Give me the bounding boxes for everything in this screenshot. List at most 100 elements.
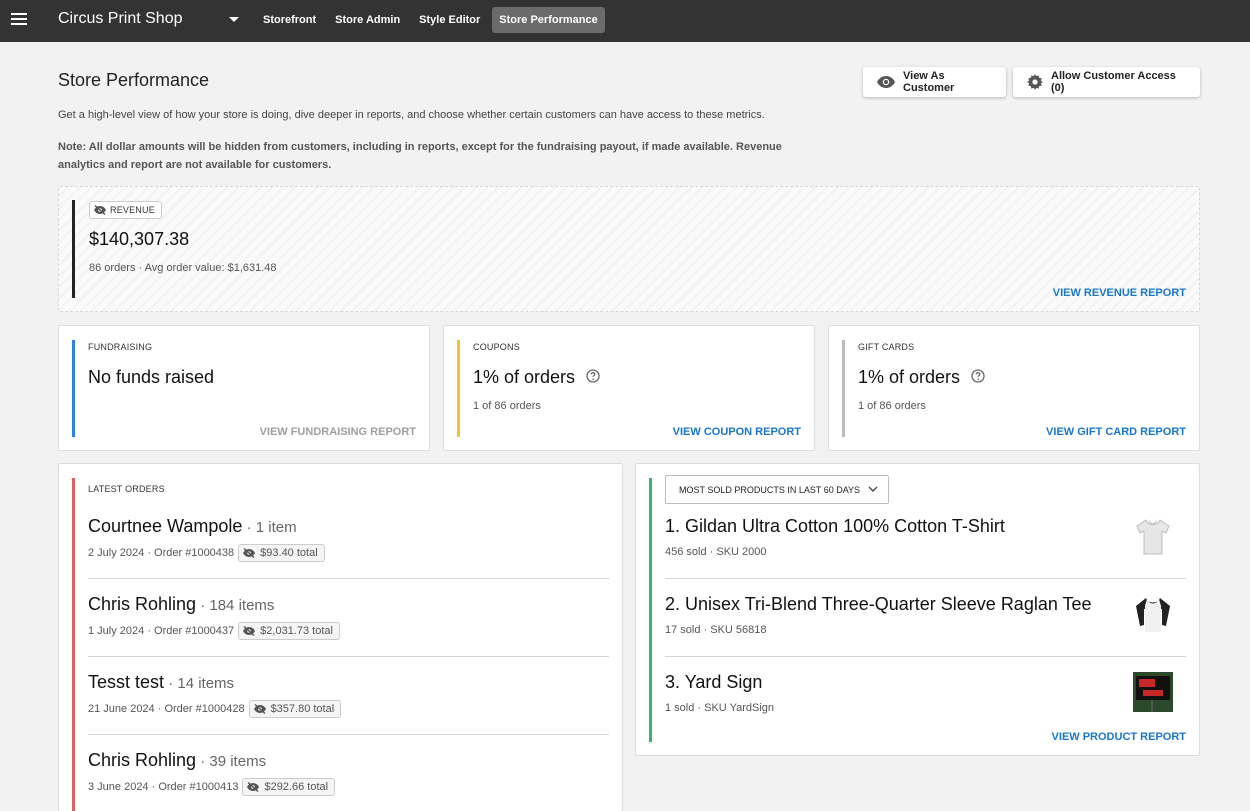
top-bar: Circus Print Shop Storefront Store Admin… xyxy=(0,0,1250,42)
products-period-dropdown[interactable]: MOST SOLD PRODUCTS IN LAST 60 DAYS xyxy=(665,475,889,504)
order-total-badge: $357.80 total xyxy=(248,700,342,718)
gift-cards-sub: 1 of 86 orders xyxy=(858,400,926,412)
nav-style-editor[interactable]: Style Editor xyxy=(412,7,487,33)
order-customer-name: Courtnee Wampole xyxy=(88,516,243,536)
raglan-tee-thumbnail-icon xyxy=(1133,594,1173,634)
order-date-number: 2 July 2024 · Order #1000438 xyxy=(88,547,235,559)
order-total-badge: $2,031.73 total xyxy=(238,622,340,640)
product-meta: 456 sold · SKU 2000 xyxy=(665,546,767,558)
allow-customer-access-button[interactable]: Allow Customer Access (0) xyxy=(1013,67,1200,97)
view-as-customer-label: View As Customer xyxy=(903,70,955,94)
product-name: 2. Unisex Tri-Blend Three-Quarter Sleeve… xyxy=(665,594,1092,614)
yard-sign-thumbnail-icon xyxy=(1133,672,1173,712)
gift-cards-label: GIFT CARDS xyxy=(858,342,915,352)
fundraising-card: FUNDRAISING No funds raised VIEW FUNDRAI… xyxy=(58,325,430,451)
view-as-customer-button[interactable]: View As Customer xyxy=(863,67,1006,97)
order-meta: 21 June 2024 · Order #1000428 $357.80 to… xyxy=(88,700,342,718)
gift-cards-value: 1% of orders xyxy=(858,367,961,387)
order-item[interactable]: Chris Rohling · 184 items 1 July 2024 · … xyxy=(88,594,609,640)
order-total-badge: $93.40 total xyxy=(238,544,325,562)
order-meta: 3 June 2024 · Order #1000413 $292.66 tot… xyxy=(88,778,336,796)
order-item-count: · 184 items xyxy=(196,597,275,614)
page-note: Note: All dollar amounts will be hidden … xyxy=(58,141,782,171)
order-customer-name: Tesst test xyxy=(88,672,165,692)
eye-off-icon xyxy=(247,782,260,792)
product-meta: 17 sold · SKU 56818 xyxy=(665,624,767,636)
coupons-value-row: 1% of orders xyxy=(473,367,600,388)
help-icon[interactable] xyxy=(970,369,985,388)
product-name: 1. Gildan Ultra Cotton 100% Cotton T-Shi… xyxy=(665,516,1005,536)
eye-off-icon xyxy=(243,626,256,636)
gift-cards-card: GIFT CARDS 1% of orders 1 of 86 orders V… xyxy=(828,325,1200,451)
order-date-number: 21 June 2024 · Order #1000428 xyxy=(88,703,245,715)
order-total: $357.80 total xyxy=(270,703,335,715)
shop-name: Circus Print Shop xyxy=(58,10,183,27)
fundraising-value: No funds raised xyxy=(88,367,215,387)
divider xyxy=(665,656,1186,657)
order-total: $93.40 total xyxy=(260,547,318,559)
revenue-badge: REVENUE xyxy=(89,201,162,219)
order-total-badge: $292.66 total xyxy=(242,778,336,796)
eye-off-icon xyxy=(94,205,106,215)
products-card: MOST SOLD PRODUCTS IN LAST 60 DAYS 1. Gi… xyxy=(635,463,1200,756)
view-coupon-report-link[interactable]: VIEW COUPON REPORT xyxy=(673,426,801,438)
divider xyxy=(665,578,1186,579)
main-nav: Storefront Store Admin Style Editor Stor… xyxy=(256,7,610,33)
revenue-label: REVENUE xyxy=(110,205,155,215)
product-item[interactable]: 2. Unisex Tri-Blend Three-Quarter Sleeve… xyxy=(665,594,1186,636)
coupons-sub: 1 of 86 orders xyxy=(473,400,541,412)
view-gift-card-report-link[interactable]: VIEW GIFT CARD REPORT xyxy=(1046,426,1186,438)
revenue-card: REVENUE $140,307.38 86 orders · Avg orde… xyxy=(58,186,1200,312)
nav-store-admin[interactable]: Store Admin xyxy=(328,7,407,33)
products-accent-bar xyxy=(649,478,652,742)
revenue-summary: 86 orders · Avg order value: $1,631.48 xyxy=(89,262,277,274)
coupons-value: 1% of orders xyxy=(473,367,576,387)
order-meta: 2 July 2024 · Order #1000438 $93.40 tota… xyxy=(88,544,325,562)
gift-cards-accent-bar xyxy=(842,340,845,437)
divider xyxy=(88,656,609,657)
coupons-accent-bar xyxy=(457,340,460,437)
product-item[interactable]: 1. Gildan Ultra Cotton 100% Cotton T-Shi… xyxy=(665,516,1186,558)
eye-off-icon xyxy=(253,704,266,714)
view-fundraising-report-link[interactable]: VIEW FUNDRAISING REPORT xyxy=(260,426,416,438)
order-customer-name: Chris Rohling xyxy=(88,750,197,770)
order-item[interactable]: Chris Rohling · 39 items 3 June 2024 · O… xyxy=(88,750,609,796)
view-revenue-report-link[interactable]: VIEW REVENUE REPORT xyxy=(1053,287,1186,299)
order-item-count: · 1 item xyxy=(242,519,297,536)
eye-icon xyxy=(877,76,895,88)
nav-storefront[interactable]: Storefront xyxy=(256,7,323,33)
fundraising-label: FUNDRAISING xyxy=(88,342,153,352)
latest-orders-label: LATEST ORDERS xyxy=(88,484,165,494)
order-customer-name: Chris Rohling xyxy=(88,594,197,614)
help-icon[interactable] xyxy=(585,369,600,388)
menu-icon[interactable] xyxy=(11,13,27,27)
allow-customer-access-label: Allow Customer Access (0) xyxy=(1051,70,1176,94)
view-product-report-link[interactable]: VIEW PRODUCT REPORT xyxy=(1052,731,1186,743)
order-item[interactable]: Tesst test · 14 items 21 June 2024 · Ord… xyxy=(88,672,609,718)
order-item-count: · 39 items xyxy=(196,753,267,770)
orders-accent-bar xyxy=(72,478,75,811)
chevron-down-icon xyxy=(868,485,878,495)
coupons-card: COUPONS 1% of orders 1 of 86 orders VIEW… xyxy=(443,325,815,451)
tshirt-thumbnail-icon xyxy=(1133,516,1173,556)
page-description: Get a high-level view of how your store … xyxy=(58,109,765,121)
revenue-amount: $140,307.38 xyxy=(89,229,190,249)
product-item[interactable]: 3. Yard Sign 1 sold · SKU YardSign xyxy=(665,672,1186,714)
product-name: 3. Yard Sign xyxy=(665,672,763,692)
order-meta: 1 July 2024 · Order #1000437 $2,031.73 t… xyxy=(88,622,340,640)
eye-off-icon xyxy=(243,548,256,558)
shop-switcher-caret-icon[interactable] xyxy=(229,17,239,22)
order-total: $2,031.73 total xyxy=(260,625,333,637)
order-item[interactable]: Courtnee Wampole · 1 item 2 July 2024 · … xyxy=(88,516,609,562)
gift-cards-value-row: 1% of orders xyxy=(858,367,985,388)
product-meta: 1 sold · SKU YardSign xyxy=(665,702,775,714)
nav-store-performance[interactable]: Store Performance xyxy=(492,7,605,33)
divider xyxy=(88,734,609,735)
order-item-count: · 14 items xyxy=(164,675,235,692)
revenue-accent-bar xyxy=(72,200,75,298)
gear-icon xyxy=(1027,74,1043,90)
products-period-label: MOST SOLD PRODUCTS IN LAST 60 DAYS xyxy=(679,484,861,495)
latest-orders-card: LATEST ORDERS Courtnee Wampole · 1 item … xyxy=(58,463,623,811)
order-date-number: 1 July 2024 · Order #1000437 xyxy=(88,625,235,637)
order-total: $292.66 total xyxy=(264,781,329,793)
